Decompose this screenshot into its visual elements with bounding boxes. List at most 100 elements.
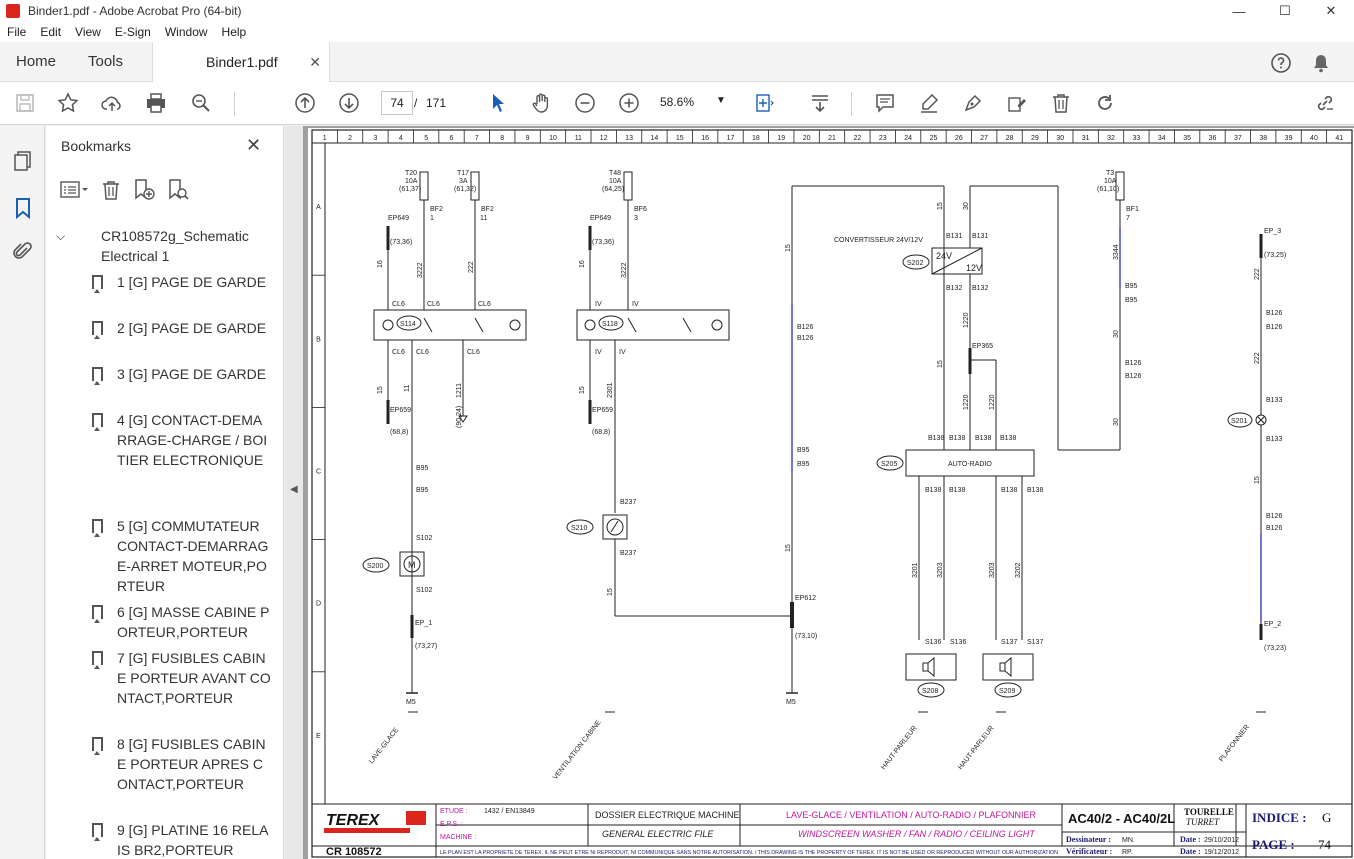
attachments-paperclip-icon[interactable] <box>11 240 35 264</box>
page-thumbnails-icon[interactable] <box>11 148 35 172</box>
label-haut-parleur-2: HAUT-PARLEUR <box>957 725 995 772</box>
share-link-icon[interactable] <box>1313 91 1337 115</box>
bookmark-options-icon[interactable] <box>60 180 90 200</box>
bookmark-item-label: 5 [G] COMMUTATEUR CONTACT-DEMARRAGE-ARRE… <box>117 518 269 594</box>
edit-pdf-icon[interactable] <box>1005 91 1029 115</box>
bookmark-item[interactable]: 5 [G] COMMUTATEUR CONTACT-DEMARRAGE-ARRE… <box>92 516 272 596</box>
bookmark-flag-icon <box>92 367 103 385</box>
close-tab-button[interactable]: ✕ <box>309 42 321 82</box>
wire-1211: 1211 <box>456 383 463 398</box>
zoom-caret-icon[interactable]: ▼ <box>716 95 726 106</box>
tab-home[interactable]: Home <box>16 42 56 82</box>
row-letter: B <box>316 336 321 343</box>
tab-tools[interactable]: Tools <box>88 42 123 82</box>
bookmarks-title: Bookmarks <box>61 138 132 154</box>
label-lave-glace: LAVE-GLACE <box>368 726 400 765</box>
bookmark-item[interactable]: 6 [G] MASSE CABINE PORTEUR,PORTEUR <box>92 602 272 642</box>
bookmark-item-label: 3 [G] PAGE DE GARDE <box>117 366 267 382</box>
star-icon[interactable] <box>56 91 80 115</box>
s102-label: S102 <box>416 535 432 542</box>
bookmark-item[interactable]: 1 [G] PAGE DE GARDE <box>92 272 272 293</box>
ep649-ref: (73,36) <box>390 239 412 246</box>
terex-logo-text: TEREX <box>326 812 381 829</box>
bookmarks-panel-icon[interactable] <box>11 196 35 220</box>
fit-page-icon[interactable] <box>752 91 776 115</box>
save-icon[interactable] <box>13 91 37 115</box>
tab-document[interactable]: Binder1.pdf ✕ <box>152 42 330 83</box>
column-number: 2 <box>348 135 352 142</box>
zoom-out-icon[interactable] <box>573 91 597 115</box>
menu-view[interactable]: View <box>68 25 108 39</box>
redo-rotate-icon[interactable] <box>1093 91 1117 115</box>
fan-s210-label: S210 <box>571 525 587 532</box>
bookmark-item[interactable]: 3 [G] PAGE DE GARDE <box>92 364 272 385</box>
column-number: 32 <box>1107 135 1115 142</box>
column-number: 6 <box>450 135 454 142</box>
delete-trash-icon[interactable] <box>1049 91 1073 115</box>
fuse-t17-rating: 3A <box>459 178 468 185</box>
previous-page-icon[interactable] <box>293 91 317 115</box>
bookmark-flag-icon <box>92 605 103 623</box>
bookmark-item-label: 4 [G] CONTACT-DEMARRAGE-CHARGE / BOITIER… <box>117 412 268 468</box>
menu-file[interactable]: File <box>0 25 33 39</box>
fuse-t20-ref: (61,37) <box>399 186 421 193</box>
wire-15: 15 <box>377 386 384 394</box>
draw-sign-icon[interactable] <box>961 91 985 115</box>
column-number: 37 <box>1234 135 1242 142</box>
fuse-t48-conn: BF6 <box>634 206 647 213</box>
speaker-icon <box>999 656 1012 678</box>
document-view[interactable]: 1 2 3 4 5 6 7 8 9 10 11 12 13 14 15 16 17 18 19 20 21 22 23 24 2… <box>303 126 1354 859</box>
zoom-in-icon[interactable] <box>617 91 641 115</box>
zoom-level-select[interactable]: 58.6% <box>660 95 694 109</box>
bookmark-root[interactable]: ⌵ CR108572g_Schematic Electrical 1 <box>56 226 266 266</box>
highlight-pen-icon[interactable] <box>917 91 941 115</box>
column-number: 4 <box>399 135 403 142</box>
menu-help[interactable]: Help <box>215 25 254 39</box>
fuse-t20 <box>419 171 429 201</box>
speaker-s209-label: S209 <box>999 688 1015 695</box>
collapse-panel-icon[interactable]: ◀ <box>290 484 298 495</box>
page-number-input[interactable]: 74 <box>381 91 413 115</box>
next-page-icon[interactable] <box>337 91 361 115</box>
close-bookmarks-button[interactable]: ✕ <box>246 135 261 156</box>
minimize-button[interactable]: — <box>1216 0 1262 22</box>
bookmark-item[interactable]: 7 [G] FUSIBLES CABINE PORTEUR AVANT CONT… <box>92 648 272 708</box>
notifications-bell-icon[interactable] <box>1310 52 1332 74</box>
wire-3202: 3202 <box>1015 562 1022 578</box>
menu-esign[interactable]: E-Sign <box>108 25 158 39</box>
menu-edit[interactable]: Edit <box>33 25 68 39</box>
find-bookmark-icon[interactable] <box>166 178 190 202</box>
maximize-button[interactable]: ☐ <box>1262 0 1308 22</box>
cl6-label: CL6 <box>392 349 405 356</box>
close-window-button[interactable]: ✕ <box>1308 0 1354 22</box>
fuse-t20-conn: BF2 <box>430 206 443 213</box>
panel-splitter[interactable]: ◀ <box>285 126 303 859</box>
chevron-down-icon[interactable]: ⌵ <box>56 226 65 246</box>
iv-label: IV <box>595 301 602 308</box>
bookmarks-list: ⌵ CR108572g_Schematic Electrical 1 1 [G]… <box>46 218 278 859</box>
b237-label: B237 <box>620 550 636 557</box>
scroll-mode-icon[interactable] <box>808 91 832 115</box>
new-bookmark-icon[interactable] <box>132 178 156 202</box>
b126-label: B126 <box>1266 310 1282 317</box>
wire-3201: 3201 <box>912 562 919 578</box>
ep612-ref: (73,10) <box>795 633 817 640</box>
menu-window[interactable]: Window <box>158 25 215 39</box>
upload-cloud-icon[interactable] <box>100 91 124 115</box>
turret-fr: TOURELLE <box>1184 807 1234 817</box>
bookmark-item[interactable]: 4 [G] CONTACT-DEMARRAGE-CHARGE / BOITIER… <box>92 410 272 470</box>
hand-tool-icon[interactable] <box>529 91 553 115</box>
cl6-label: CL6 <box>427 301 440 308</box>
bookmark-item[interactable]: 8 [G] FUSIBLES CABINE PORTEUR APRES CONT… <box>92 734 272 794</box>
help-icon[interactable] <box>1270 52 1292 74</box>
bookmark-item[interactable]: 2 [G] PAGE DE GARDE <box>92 318 272 339</box>
select-cursor-icon[interactable] <box>486 91 510 115</box>
bookmark-item[interactable]: 9 [G] PLATINE 16 RELAIS BR2,PORTEUR <box>92 820 272 859</box>
zoom-search-icon[interactable] <box>189 91 213 115</box>
page-frame <box>311 129 1353 858</box>
comment-icon[interactable] <box>873 91 897 115</box>
column-number: 21 <box>828 135 836 142</box>
b126-label: B126 <box>1266 324 1282 331</box>
delete-bookmark-icon[interactable] <box>100 179 122 201</box>
print-icon[interactable] <box>144 91 168 115</box>
